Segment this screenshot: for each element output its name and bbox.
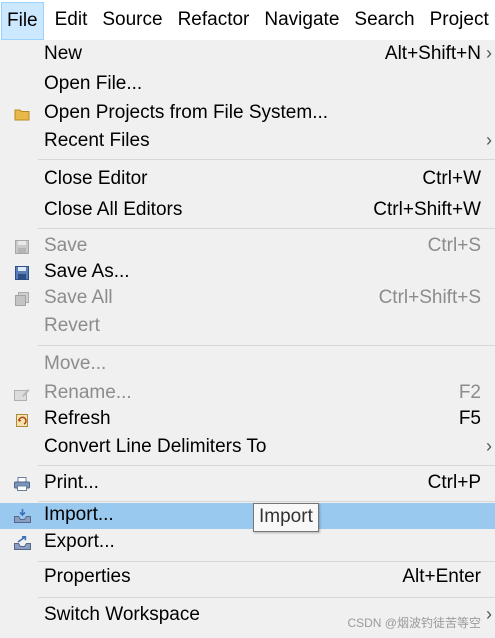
menu-item-shortcut: Ctrl+S [427, 235, 481, 256]
menu-item-label: Switch Workspace [44, 604, 200, 625]
submenu-arrow-icon: › [486, 436, 492, 456]
menu-item-close-editor[interactable]: Close Editor Ctrl+W [0, 167, 495, 193]
menu-item-label: Convert Line Delimiters To [44, 436, 267, 457]
menu-navigate[interactable]: Navigate [260, 0, 343, 40]
file-dropdown-menu: New Alt+Shift+N › Open File... Open Proj… [0, 40, 495, 638]
menu-item-shortcut: F2 [458, 382, 481, 403]
menu-item-print[interactable]: Print... Ctrl+P [0, 471, 495, 497]
menu-separator [38, 465, 495, 466]
menu-item-label: Export... [44, 531, 115, 552]
menu-item-open-projects[interactable]: Open Projects from File System... [0, 101, 495, 127]
menu-separator [38, 228, 495, 229]
menu-item-shortcut: F5 [458, 408, 481, 429]
menu-item-convert-line-delimiters[interactable]: Convert Line Delimiters To › [0, 435, 495, 461]
rename-icon [13, 386, 31, 402]
menu-item-recent-files[interactable]: Recent Files › [0, 129, 495, 155]
menu-item-open-file[interactable]: Open File... [0, 72, 495, 98]
menu-item-close-all-editors[interactable]: Close All Editors Ctrl+Shift+W [0, 198, 495, 224]
menu-item-save-all[interactable]: Save All Ctrl+Shift+S [0, 286, 495, 312]
menu-edit[interactable]: Edit [51, 0, 92, 40]
refresh-icon [13, 412, 31, 428]
menu-project[interactable]: Project [426, 0, 493, 40]
menu-item-properties[interactable]: Properties Alt+Enter [0, 565, 495, 591]
menu-file[interactable]: File [1, 1, 44, 40]
submenu-arrow-icon: › [486, 130, 492, 150]
menu-item-label: Revert [44, 315, 100, 336]
menu-item-label: Import... [44, 504, 114, 525]
menu-item-shortcut: Ctrl+W [422, 168, 481, 189]
submenu-arrow-icon: › [486, 43, 492, 63]
folder-icon [13, 106, 31, 122]
menu-item-label: Move... [44, 353, 107, 374]
menu-item-label: Open Projects from File System... [44, 102, 329, 123]
menu-separator [38, 159, 495, 160]
menu-item-move[interactable]: Move... [0, 352, 495, 378]
menu-item-label: Rename... [44, 382, 132, 403]
save-as-icon [13, 265, 31, 281]
menu-item-save-as[interactable]: Save As... [0, 260, 495, 286]
menu-item-rename[interactable]: Rename... F2 [0, 381, 495, 407]
menu-item-label: Close All Editors [44, 199, 183, 220]
menu-item-shortcut: Alt+Enter [402, 566, 481, 587]
tooltip: Import [253, 503, 319, 532]
save-all-icon [13, 291, 31, 307]
menu-item-shortcut: Ctrl+Shift+S [378, 287, 481, 308]
menu-separator [38, 561, 495, 562]
submenu-arrow-icon: › [486, 604, 492, 624]
menu-item-label: Save All [44, 287, 113, 308]
menu-refactor[interactable]: Refactor [174, 0, 254, 40]
export-icon [13, 535, 31, 551]
menu-item-label: Save [44, 235, 88, 256]
menu-item-label: New [44, 43, 83, 64]
menu-item-import[interactable]: Import... [0, 503, 495, 529]
menu-item-revert[interactable]: Revert [0, 314, 495, 340]
menu-bar: File Edit Source Refactor Navigate Searc… [0, 0, 495, 41]
save-icon [13, 239, 31, 255]
menu-item-shortcut: Ctrl+Shift+W [373, 199, 481, 220]
menu-item-label: Open File... [44, 73, 143, 94]
menu-item-label: Properties [44, 566, 131, 587]
menu-item-export[interactable]: Export... [0, 530, 495, 556]
watermark: CSDN @烟波钓徒苦等空 [347, 616, 481, 630]
menu-item-refresh[interactable]: Refresh F5 [0, 407, 495, 433]
menu-separator [38, 597, 495, 598]
menu-item-shortcut: Ctrl+P [427, 472, 481, 493]
menu-item-label: Refresh [44, 408, 111, 429]
print-icon [13, 476, 31, 492]
menu-item-label: Close Editor [44, 168, 148, 189]
menu-item-new[interactable]: New Alt+Shift+N › [0, 42, 495, 68]
menu-search[interactable]: Search [350, 0, 418, 40]
menu-item-shortcut: Alt+Shift+N [384, 43, 481, 64]
menu-item-label: Print... [44, 472, 99, 493]
import-icon [13, 508, 31, 524]
menu-separator [38, 345, 495, 346]
menu-separator [38, 501, 495, 502]
menu-source[interactable]: Source [98, 0, 166, 40]
menu-item-save[interactable]: Save Ctrl+S [0, 234, 495, 260]
menu-item-label: Save As... [44, 261, 130, 282]
menu-item-label: Recent Files [44, 130, 150, 151]
